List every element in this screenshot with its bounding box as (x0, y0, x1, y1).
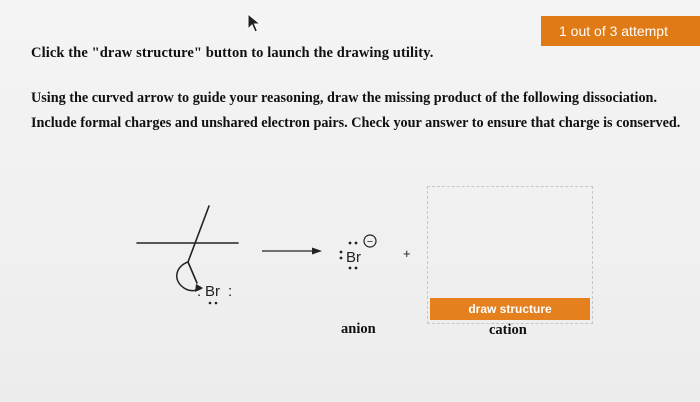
reactant-br-lone-pair-right: : (228, 283, 232, 300)
anion-lone-pair-dot (348, 266, 352, 270)
plus-sign: + (403, 246, 411, 261)
negative-charge-sign: − (367, 236, 373, 248)
reactant-structure (136, 205, 239, 284)
anion-lone-pair-dot (354, 241, 358, 245)
anion-label: anion (341, 321, 376, 337)
reactant-br-dot (208, 301, 212, 305)
reactant-br-atom: Br (205, 283, 220, 300)
bond-to-br (187, 261, 198, 284)
anion-lone-pair-dot (354, 266, 358, 270)
cation-label: cation (489, 322, 527, 338)
reaction-arrow-icon (262, 247, 322, 255)
bond-diagonal (187, 205, 210, 263)
reactant-br-lone-pair-left: : (197, 283, 201, 300)
anion-lone-pair-dot (348, 241, 352, 245)
reactant-br-dot (214, 301, 218, 305)
anion-br-atom: Br (346, 249, 361, 266)
draw-structure-button[interactable]: draw structure (430, 298, 590, 320)
reaction-scheme: Br : : Br − + (136, 205, 411, 305)
anion-lone-pair-dot (339, 256, 343, 260)
anion-lone-pair-dot (339, 250, 343, 254)
